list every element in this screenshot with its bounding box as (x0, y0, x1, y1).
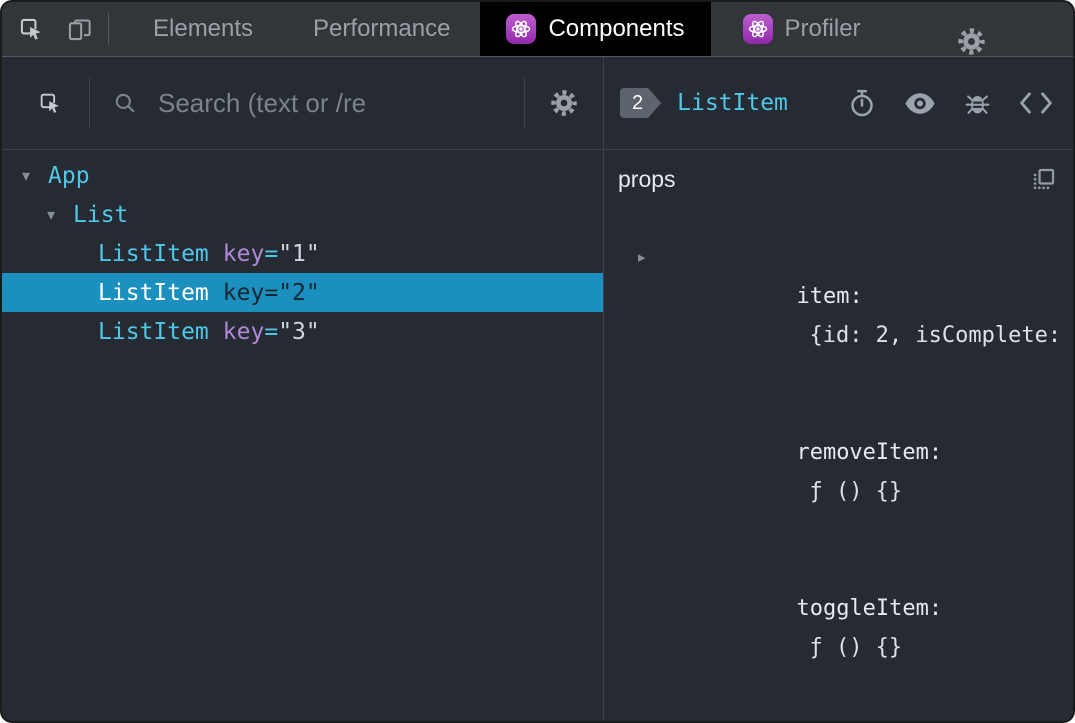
inspect-element-icon[interactable] (18, 16, 45, 43)
collapse-arrow-icon[interactable]: ▸ (638, 238, 646, 277)
key-attribute: key="2" (222, 279, 320, 306)
tab-components[interactable]: Components (480, 2, 711, 56)
inspect-dom-eye-icon[interactable] (904, 92, 936, 115)
tab-label: Profiler (784, 15, 861, 42)
settings-gear-icon[interactable] (956, 26, 987, 56)
suspense-stopwatch-icon[interactable] (847, 87, 877, 119)
devtools-window: Elements Performance Components Profiler… (0, 0, 1075, 723)
props-section: props ▸ item: {id: 2, isComplete: t… rem… (604, 150, 1073, 720)
copy-props-icon[interactable] (1030, 166, 1057, 193)
prop-value: ƒ () {} (809, 635, 903, 660)
search-input[interactable] (156, 86, 524, 120)
device-toolbar-icon[interactable] (65, 16, 94, 43)
prop-name: toggleItem (796, 596, 929, 621)
prop-name: item (796, 284, 850, 309)
tab-profiler[interactable]: Profiler (713, 2, 891, 56)
components-tree-panel: ▾ App ▾ List ListItem key="1" ListItem k… (2, 57, 604, 720)
expand-arrow-icon[interactable]: ▾ (47, 205, 73, 225)
prop-value: {id: 2, isComplete: t… (809, 323, 1073, 348)
prop-row-toggleitem: toggleItem: ƒ () {} (796, 596, 943, 660)
tabbar-divider (108, 13, 109, 45)
component-tree: ▾ App ▾ List ListItem key="1" ListItem k… (2, 150, 603, 351)
tree-toolbar (2, 57, 603, 150)
toolbar-divider (524, 77, 525, 129)
react-profiler-icon (742, 14, 773, 44)
prop-row-new-entry[interactable]: new entry: "" (618, 706, 1057, 720)
view-source-code-icon[interactable] (1019, 91, 1053, 115)
tab-label: Components (548, 15, 685, 42)
prop-row-removeitem: removeItem: ƒ () {} (796, 440, 943, 504)
tab-label: Elements (153, 15, 254, 42)
prop-value: ƒ () {} (809, 479, 903, 504)
component-name: List (73, 201, 129, 228)
component-name: ListItem (98, 240, 209, 267)
props-section-title: props (618, 166, 676, 192)
tree-row-list[interactable]: ▾ List (2, 195, 603, 234)
selected-component-title: ListItem (677, 90, 788, 116)
search-icon (112, 90, 138, 116)
component-details-panel: 2 ListItem props ▸ item: {id: 2, isCompl… (604, 57, 1073, 720)
devtools-tabbar: Elements Performance Components Profiler (2, 2, 1073, 57)
tab-elements[interactable]: Elements (123, 2, 283, 56)
details-header: 2 ListItem (604, 57, 1073, 150)
tree-row-listitem-1[interactable]: ListItem key="1" (2, 234, 603, 273)
component-name: ListItem (98, 318, 209, 345)
tree-row-listitem-3[interactable]: ListItem key="3" (2, 312, 603, 351)
component-name: App (48, 162, 90, 189)
tab-performance[interactable]: Performance (283, 2, 480, 56)
expand-arrow-icon[interactable]: ▾ (22, 166, 48, 186)
component-id-badge: 2 (620, 88, 661, 118)
component-name: ListItem (98, 279, 209, 306)
log-to-console-bug-icon[interactable] (963, 89, 992, 118)
tab-label: Performance (313, 15, 451, 42)
select-element-icon[interactable] (38, 91, 63, 116)
tree-settings-gear-icon[interactable] (549, 88, 579, 118)
key-attribute: key="3" (222, 318, 320, 345)
prop-row-item: ▸ item: {id: 2, isComplete: t… (618, 199, 1061, 394)
key-attribute: key="1" (222, 240, 320, 267)
tree-row-listitem-2-selected[interactable]: ListItem key="2" (2, 273, 603, 312)
tree-row-app[interactable]: ▾ App (2, 156, 603, 195)
react-components-icon (506, 14, 537, 44)
prop-name: removeItem (796, 440, 929, 465)
